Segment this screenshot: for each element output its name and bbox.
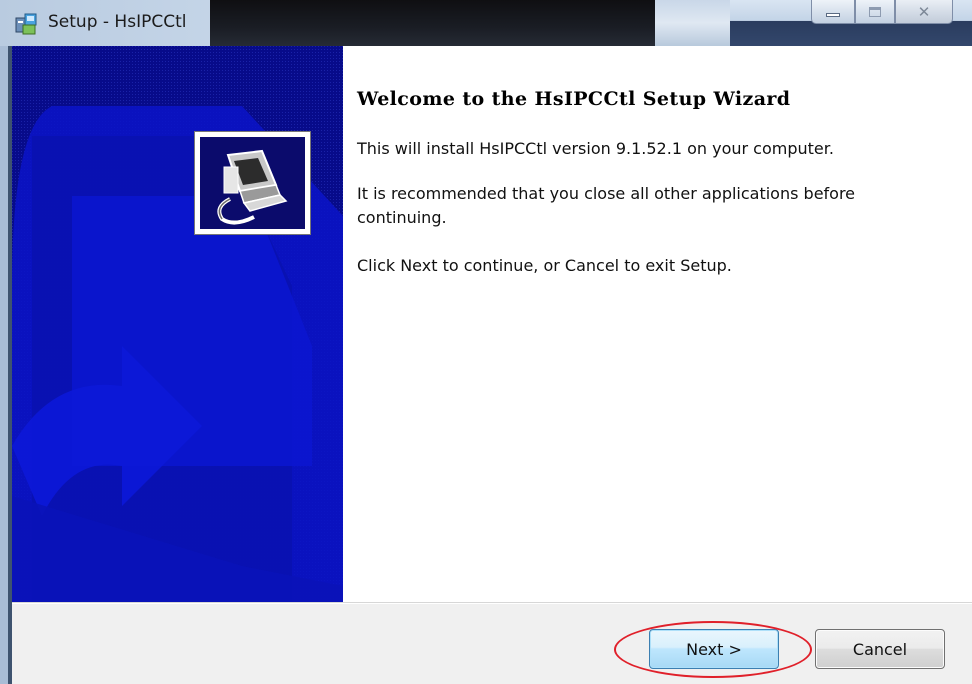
page-title: Welcome to the HsIPCCtl Setup Wizard: [357, 88, 791, 110]
background-window-strip: [210, 0, 655, 46]
cancel-button[interactable]: Cancel: [815, 629, 945, 669]
highlight-annotation-ring: [614, 621, 812, 678]
close-apps-recommendation: It is recommended that you close all oth…: [357, 184, 856, 227]
content-panel: [343, 46, 972, 602]
install-description: This will install HsIPCCtl version 9.1.5…: [357, 139, 834, 158]
logo-frame: [194, 131, 311, 235]
close-button[interactable]: ✕: [895, 0, 953, 24]
setup-installer-icon: [14, 12, 38, 36]
maximize-button[interactable]: [855, 0, 895, 24]
minimize-icon: [826, 12, 840, 17]
minimize-button[interactable]: [811, 0, 855, 24]
banner-artwork: [12, 46, 343, 602]
wizard-banner: [12, 46, 343, 602]
background-window-strip-2: [655, 0, 730, 46]
window-title: Setup - HsIPCCtl: [48, 12, 187, 32]
computer-install-icon: [200, 137, 305, 229]
maximize-icon: [869, 6, 881, 17]
continue-instruction: Click Next to continue, or Cancel to exi…: [357, 256, 732, 275]
close-icon: ✕: [917, 2, 931, 21]
